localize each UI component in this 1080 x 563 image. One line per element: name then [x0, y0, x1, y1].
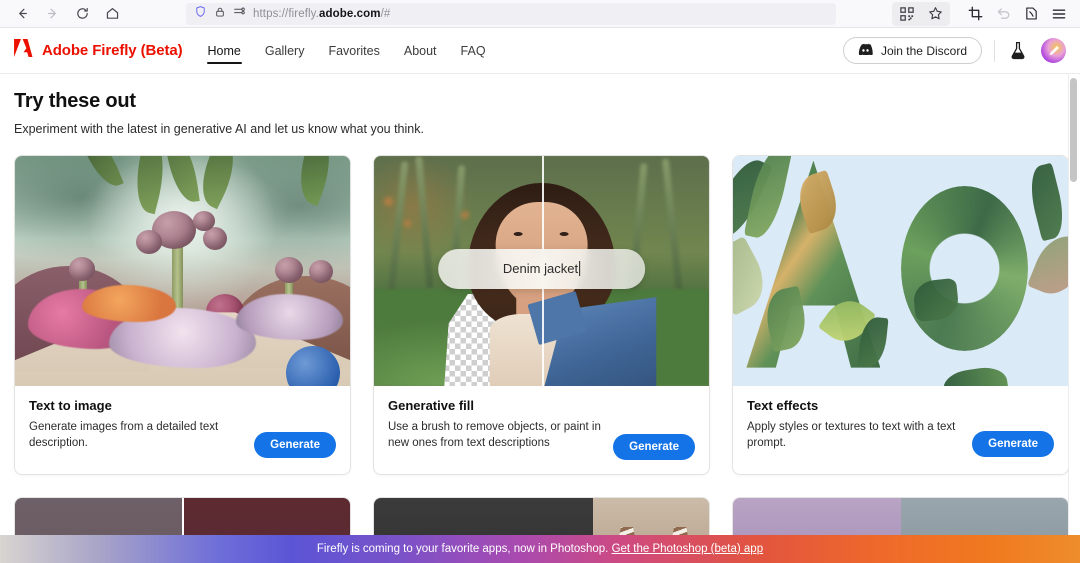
card-title: Text effects — [747, 398, 819, 413]
star-icon[interactable] — [922, 3, 948, 25]
hamburger-menu-icon[interactable] — [1046, 3, 1072, 25]
garden-bloom — [192, 211, 215, 232]
card-generative-fill[interactable]: Denim jacket Generative fill Use a brush… — [373, 155, 710, 475]
card-image-text-effects — [733, 156, 1068, 386]
card-title: Text to image — [29, 398, 112, 413]
subject-eye — [559, 231, 569, 236]
card-body-text-effects: Text effects Apply styles or textures to… — [733, 386, 1068, 474]
page-content: Try these out Experiment with the latest… — [0, 74, 1080, 563]
reload-button[interactable] — [68, 2, 96, 26]
card-body-generative-fill: Generative fill Use a brush to remove ob… — [374, 386, 709, 474]
card-text-effects[interactable]: Text effects Apply styles or textures to… — [732, 155, 1069, 475]
extension-group — [892, 1, 950, 26]
promo-banner[interactable]: Firefly is coming to your favorite apps,… — [0, 535, 1080, 563]
promo-banner-link[interactable]: Get the Photoshop (beta) app — [612, 543, 764, 555]
nav-item-about[interactable]: About — [403, 28, 438, 73]
screenshot-crop-icon[interactable] — [962, 3, 988, 25]
site-header: Adobe Firefly (Beta) Home Gallery Favori… — [0, 28, 1080, 74]
lock-icon[interactable] — [214, 5, 226, 23]
card-image-text-to-image — [15, 156, 350, 386]
nav-item-gallery[interactable]: Gallery — [264, 28, 306, 73]
nav-item-home[interactable]: Home — [206, 28, 243, 73]
letter-o-foliage — [900, 185, 1028, 352]
generate-button-text-to-image[interactable]: Generate — [254, 432, 336, 458]
generate-button-text-effects[interactable]: Generate — [972, 431, 1054, 457]
url-bar-container[interactable]: https://firefly.adobe.com/# — [186, 2, 836, 25]
leaf-frond — [1024, 162, 1068, 242]
garden-bloom — [68, 257, 95, 282]
prompt-input-pill[interactable]: Denim jacket — [437, 248, 646, 289]
card-image-generative-fill: Denim jacket — [374, 156, 709, 386]
card-title: Generative fill — [388, 398, 474, 413]
leaf-frond — [941, 364, 1011, 386]
card-body-text-to-image: Text to image Generate images from a det… — [15, 386, 350, 474]
url-bar[interactable]: https://firefly.adobe.com/# — [186, 2, 836, 25]
home-button[interactable] — [98, 2, 126, 26]
page-scrollbar[interactable] — [1069, 74, 1078, 563]
card-text-to-image[interactable]: Text to image Generate images from a det… — [14, 155, 351, 475]
adobe-logo-icon — [14, 38, 35, 63]
url-domain: adobe.com — [318, 7, 381, 20]
url-subdomain: firefly. — [288, 7, 319, 20]
forward-button[interactable] — [38, 2, 66, 26]
join-discord-button[interactable]: Join the Discord — [842, 37, 982, 64]
garden-bloom — [135, 229, 162, 254]
garden-bloom — [309, 259, 334, 283]
leafy-letters-Ao — [733, 156, 1068, 386]
user-avatar-icon[interactable] — [1041, 38, 1066, 63]
feature-card-grid: Text to image Generate images from a det… — [14, 155, 1069, 475]
flask-icon[interactable] — [1007, 39, 1029, 63]
card-description: Generate images from a detailed text des… — [29, 421, 219, 449]
prompt-text: Denim jacket — [502, 261, 581, 277]
page-subtitle: Experiment with the latest in generative… — [14, 122, 424, 136]
page-permissions-icon[interactable] — [233, 5, 246, 23]
scrollbar-thumb[interactable] — [1070, 78, 1077, 182]
text-caret — [579, 261, 581, 277]
qr-extension-icon[interactable] — [894, 3, 920, 25]
back-button[interactable] — [8, 2, 36, 26]
browser-toolbar: https://firefly.adobe.com/# — [0, 0, 1080, 28]
nav-item-favorites[interactable]: Favorites — [327, 28, 380, 73]
url-path: /# — [380, 7, 391, 20]
content-inner: Try these out Experiment with the latest… — [0, 74, 1080, 561]
prompt-value: Denim jacket — [502, 261, 579, 277]
undo-arrow-icon[interactable] — [990, 3, 1016, 25]
promo-banner-message: Firefly is coming to your favorite apps,… — [316, 543, 609, 555]
header-divider — [994, 39, 995, 62]
card-description: Use a brush to remove objects, or paint … — [388, 421, 601, 449]
main-navigation: Home Gallery Favorites About FAQ — [206, 28, 487, 73]
join-discord-label: Join the Discord — [880, 43, 967, 58]
shield-icon[interactable] — [194, 5, 207, 23]
browser-nav-buttons — [8, 2, 126, 26]
promo-banner-text: Firefly is coming to your favorite apps,… — [317, 543, 763, 555]
nav-item-faq[interactable]: FAQ — [460, 28, 487, 73]
header-right-group: Join the Discord — [842, 37, 1066, 64]
url-scheme: https:// — [253, 7, 289, 20]
fantasy-garden-illustration — [15, 156, 350, 386]
generate-button-generative-fill[interactable]: Generate — [613, 434, 695, 460]
portrait-before-after-split: Denim jacket — [374, 156, 709, 386]
brand-logo-group[interactable]: Adobe Firefly (Beta) — [14, 38, 183, 63]
brand-name: Adobe Firefly (Beta) — [42, 42, 183, 59]
url-text[interactable]: https://firefly.adobe.com/# — [253, 8, 390, 20]
subject-eye — [514, 231, 524, 236]
page-title: Try these out — [14, 90, 136, 112]
save-page-icon[interactable] — [1018, 3, 1044, 25]
card-description: Apply styles or textures to text with a … — [747, 421, 956, 449]
browser-toolbar-right — [892, 1, 1072, 26]
discord-icon — [858, 43, 873, 58]
